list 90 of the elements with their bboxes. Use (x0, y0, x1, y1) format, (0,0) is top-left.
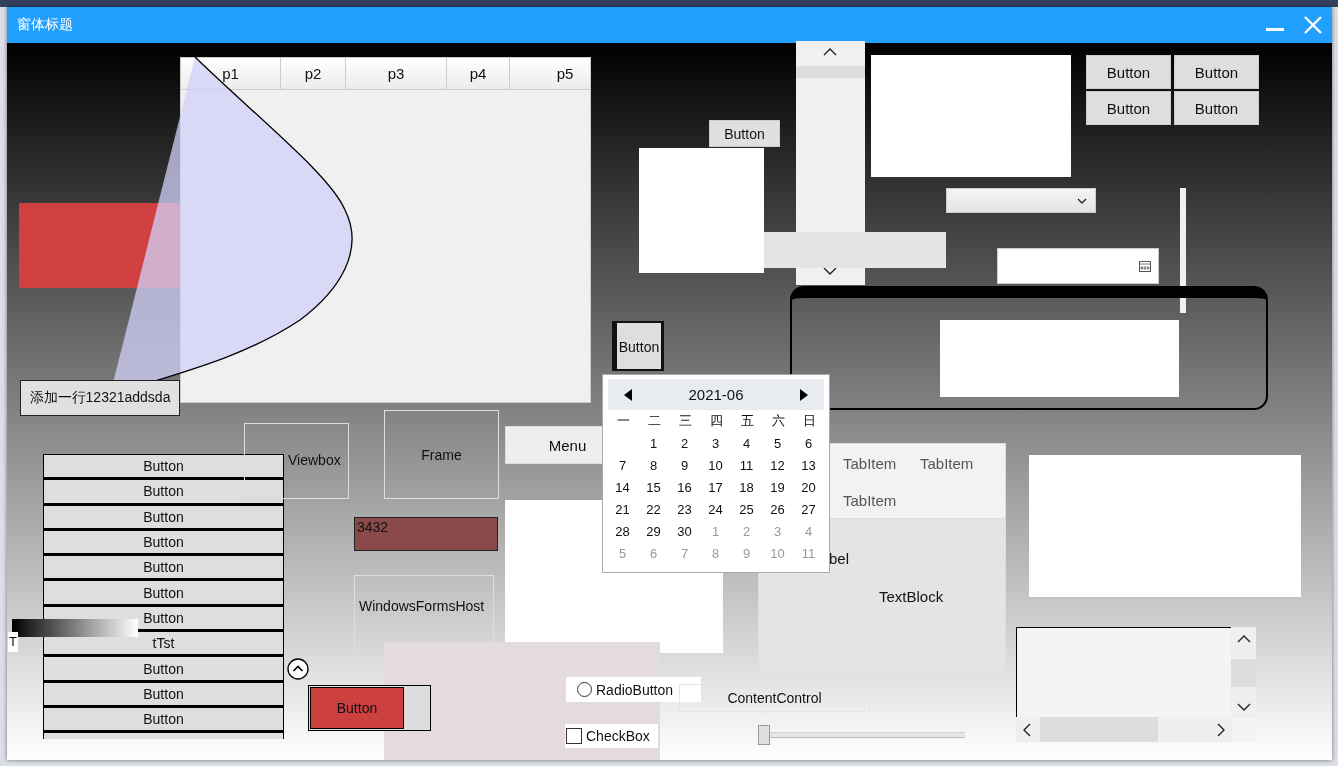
content-control-label: ContentControl (727, 690, 822, 706)
weekday-label: 六 (771, 412, 786, 430)
day-cell[interactable]: 29 (638, 523, 669, 539)
day-cell[interactable]: 14 (607, 479, 638, 495)
stack-button[interactable]: Button (43, 454, 284, 480)
checkbox[interactable]: CheckBox (565, 724, 658, 748)
day-cell[interactable]: 19 (762, 479, 793, 495)
weekday-label: 三 (678, 412, 693, 430)
horizontal-scroll-bar[interactable] (1016, 717, 1232, 742)
accent-button[interactable]: Button (310, 687, 404, 729)
day-cell[interactable]: 6 (793, 435, 824, 451)
day-cell[interactable]: 17 (700, 479, 731, 495)
column-header[interactable]: p4 (447, 58, 510, 89)
slider-thumb[interactable] (758, 725, 770, 745)
chevron-down-icon (1077, 197, 1087, 204)
day-cell[interactable]: 10 (700, 457, 731, 473)
chevron-left-icon[interactable] (1023, 722, 1031, 737)
stack-button[interactable]: Button (43, 706, 284, 733)
day-cell[interactable]: 9 (669, 457, 700, 473)
stack-button[interactable]: Button (43, 479, 284, 505)
day-cell[interactable]: 30 (669, 523, 700, 539)
tab[interactable]: TabItem (837, 485, 903, 515)
radio-button[interactable]: RadioButton (566, 677, 701, 702)
weekday-label: 五 (740, 412, 755, 430)
column-header[interactable]: p2 (281, 58, 346, 89)
chevron-down-icon[interactable] (1236, 703, 1251, 711)
weekday-label: 二 (647, 412, 662, 430)
frame-label: Frame (421, 446, 462, 463)
day-cell[interactable]: 5 (762, 435, 793, 451)
month-title[interactable]: 2021-06 (688, 386, 744, 403)
column-header[interactable]: p5 (510, 58, 590, 89)
window-title: 窗体标题 (17, 16, 74, 34)
day-cell[interactable]: 23 (669, 501, 700, 517)
tab[interactable]: TabItem (837, 448, 903, 478)
add-row-button[interactable]: 添加一行12321addsda (20, 380, 180, 416)
day-cell[interactable]: 1 (638, 435, 669, 451)
chevron-right-icon[interactable] (1217, 722, 1225, 737)
day-cell[interactable]: 27 (793, 501, 824, 517)
vertical-scroll-bar[interactable] (1231, 627, 1256, 718)
weekday-label: 日 (802, 412, 817, 430)
calendar-icon[interactable] (1139, 260, 1151, 272)
tab[interactable]: TabItem (914, 448, 980, 478)
day-cell[interactable]: 25 (731, 501, 762, 517)
day-cell[interactable]: 24 (700, 501, 731, 517)
chevron-up-icon[interactable] (287, 658, 309, 680)
stack-button[interactable]: Button (43, 656, 284, 682)
next-icon[interactable] (800, 388, 808, 401)
forms-host-label: WindowsFormsHost (359, 597, 486, 616)
content-text: TextBlock (879, 588, 944, 605)
stack-button[interactable]: Button (43, 580, 284, 606)
grid-button[interactable]: Button (1086, 91, 1171, 125)
grid-button[interactable]: Button (1174, 55, 1259, 89)
close-icon[interactable] (1304, 16, 1322, 34)
stack-button[interactable]: tTst (43, 631, 284, 657)
combo-box[interactable] (946, 188, 1096, 213)
stack-button[interactable]: Button (43, 529, 284, 556)
day-cell[interactable]: 8 (638, 457, 669, 473)
day-cell[interactable]: 22 (638, 501, 669, 517)
day-cell[interactable]: 12 (762, 457, 793, 473)
small-button[interactable]: Button (709, 120, 780, 147)
scroll-thumb[interactable] (1231, 659, 1256, 687)
day-cell[interactable]: 13 (793, 457, 824, 473)
stack-button[interactable]: Button (43, 555, 284, 581)
stack-button[interactable]: Button (43, 504, 284, 530)
scroll-thumb[interactable] (796, 66, 865, 78)
day-cell[interactable]: 26 (762, 501, 793, 517)
weekday-label: 四 (709, 412, 724, 430)
chevron-up-icon[interactable] (1236, 635, 1251, 643)
chevron-up-icon[interactable] (823, 48, 837, 56)
viewbox-label: Viewbox (288, 452, 341, 468)
day-cell[interactable]: 20 (793, 479, 824, 495)
grid-button[interactable]: Button (1174, 91, 1259, 125)
day-cell[interactable]: 4 (731, 435, 762, 451)
tall-button[interactable]: Button (612, 321, 664, 371)
minimize-icon[interactable] (1266, 28, 1284, 32)
column-header[interactable]: p3 (346, 58, 447, 89)
day-cell[interactable]: 16 (669, 479, 700, 495)
grid-button[interactable]: Button (1086, 55, 1171, 89)
scroll-thumb[interactable] (1040, 717, 1158, 742)
day-cell[interactable]: 2 (669, 435, 700, 451)
stack-button[interactable]: Button (43, 681, 284, 707)
label-text: bel (829, 550, 850, 567)
thumb-label[interactable]: T (8, 632, 18, 652)
day-cell[interactable]: 28 (607, 523, 638, 539)
day-cell[interactable]: 15 (638, 479, 669, 495)
day-cell[interactable]: 18 (731, 479, 762, 495)
day-cell[interactable]: 3 (700, 435, 731, 451)
day-cell[interactable]: 11 (731, 457, 762, 473)
previous-icon[interactable] (624, 388, 632, 401)
day-cell[interactable]: 21 (607, 501, 638, 517)
